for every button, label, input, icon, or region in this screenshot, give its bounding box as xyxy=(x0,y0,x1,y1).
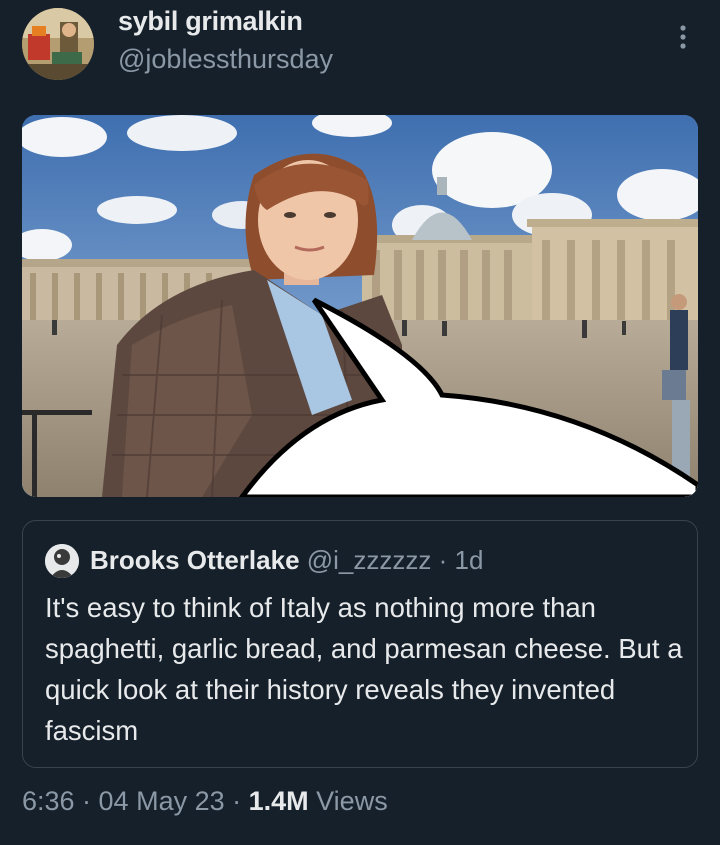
quoted-header-separator: · xyxy=(431,545,455,575)
tweet-media-image[interactable] xyxy=(22,115,698,497)
quoted-tweet-time[interactable]: 1d xyxy=(455,545,484,575)
quoted-author-avatar[interactable] xyxy=(45,544,79,578)
tweet-metadata: 6:36 · 04 May 23 · 1.4M Views xyxy=(22,786,388,817)
quoted-tweet-card[interactable]: Brooks Otterlake @i_zzzzzz · 1d It's eas… xyxy=(22,520,698,768)
quoted-tweet-text: It's easy to think of Italy as nothing m… xyxy=(45,592,683,746)
quoted-author-handle[interactable]: @i_zzzzzz xyxy=(307,545,432,575)
views-count[interactable]: 1.4M xyxy=(249,786,309,816)
views-label: Views xyxy=(308,786,388,816)
quoted-author-name[interactable]: Brooks Otterlake xyxy=(90,545,300,575)
tweet-timestamp[interactable]: 6:36 · 04 May 23 · xyxy=(22,786,249,816)
author-name[interactable]: sybil grimalkin xyxy=(118,6,303,37)
tweet: sybil grimalkin @joblessthursday Brooks … xyxy=(0,0,720,845)
more-vertical-icon xyxy=(680,25,686,49)
author-avatar[interactable] xyxy=(22,8,94,80)
more-options-button[interactable] xyxy=(668,22,698,52)
photo-woman-at-st-peters-square xyxy=(22,115,698,497)
quoted-tweet-header: Brooks Otterlake @i_zzzzzz · 1d xyxy=(90,545,483,576)
author-handle[interactable]: @joblessthursday xyxy=(118,44,333,75)
